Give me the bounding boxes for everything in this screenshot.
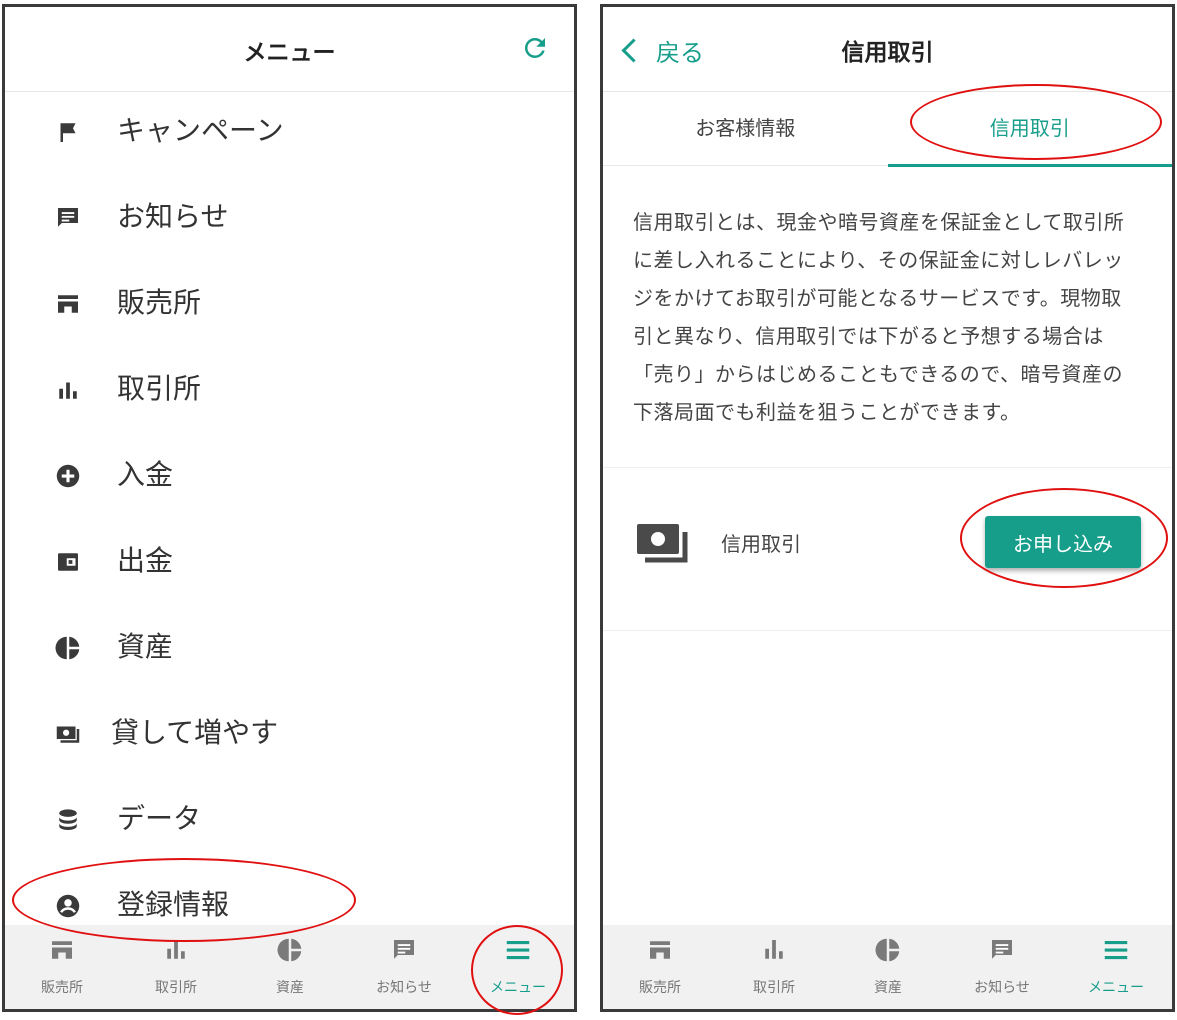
menu-item-news[interactable]: お知らせ xyxy=(5,175,574,261)
money-icon xyxy=(56,726,80,743)
annotation-circle-menu-tab xyxy=(471,925,563,1015)
menu-item-label: お知らせ xyxy=(117,200,229,233)
tab-label: 取引所 xyxy=(155,980,197,996)
active-tab-indicator xyxy=(887,164,1172,167)
bar-chart-icon xyxy=(765,940,783,959)
store-icon xyxy=(52,941,72,959)
refresh-icon[interactable] xyxy=(520,33,550,63)
menu-item-assets[interactable]: 資産 xyxy=(5,605,574,691)
tab-label: お知らせ xyxy=(974,980,1030,996)
store-icon xyxy=(650,941,670,959)
menu-item-data[interactable]: データ xyxy=(5,777,574,863)
menu-item-label: 資産 xyxy=(117,630,174,663)
tab-news[interactable]: お知らせ xyxy=(945,925,1059,1009)
menu-item-label: 貸して増やす xyxy=(111,716,279,749)
menu-item-campaign[interactable]: キャンペーン xyxy=(5,89,574,175)
annotation-circle-registration xyxy=(12,858,356,942)
menu-screen: メニュー キャンペーン お知らせ 販売所 取引所 入金 出金 資産 貸して増やす… xyxy=(2,4,577,1012)
menu-item-label: 出金 xyxy=(117,544,174,577)
margin-header: 戻る 信用取引 xyxy=(603,7,1172,92)
pie-chart-icon xyxy=(55,636,80,660)
annotation-circle-margin-tab xyxy=(910,84,1162,160)
pie-chart-icon xyxy=(277,938,302,962)
tab-menu[interactable]: メニュー xyxy=(1059,925,1172,1009)
menu-item-exchange[interactable]: 取引所 xyxy=(5,347,574,433)
message-icon xyxy=(58,208,78,227)
tab-label: 資産 xyxy=(276,980,304,996)
plus-circle-icon xyxy=(56,464,80,488)
money-icon xyxy=(637,524,688,563)
bar-chart-icon xyxy=(59,382,77,399)
tab-store[interactable]: 販売所 xyxy=(603,925,717,1009)
menu-header: メニュー xyxy=(5,7,574,92)
tab-store[interactable]: 販売所 xyxy=(5,925,119,1009)
menu-icon xyxy=(1104,940,1128,960)
menu-item-label: キャンペーン xyxy=(117,114,284,147)
tab-label: 取引所 xyxy=(753,980,795,996)
tab-label: 販売所 xyxy=(639,980,681,996)
tab-news[interactable]: お知らせ xyxy=(347,925,461,1009)
page-title: 信用取引 xyxy=(841,40,934,66)
menu-item-label: データ xyxy=(117,802,202,835)
menu-item-deposit[interactable]: 入金 xyxy=(5,433,574,519)
page-title: メニュー xyxy=(243,40,336,66)
store-icon xyxy=(58,295,78,313)
tab-label: メニュー xyxy=(1088,980,1144,996)
tab-exchange[interactable]: 取引所 xyxy=(717,925,831,1009)
menu-item-label: 入金 xyxy=(117,458,174,491)
tab-label: お知らせ xyxy=(376,980,432,996)
menu-item-withdraw[interactable]: 出金 xyxy=(5,519,574,605)
tab-customer-info[interactable]: お客様情報 xyxy=(603,91,888,165)
annotation-circle-apply-button xyxy=(960,488,1168,588)
tab-assets[interactable]: 資産 xyxy=(831,925,945,1009)
tab-label: 販売所 xyxy=(41,980,83,996)
menu-item-store[interactable]: 販売所 xyxy=(5,261,574,347)
bottom-tab-bar: 販売所 取引所 資産 お知らせ メニュー xyxy=(603,925,1172,1009)
message-icon xyxy=(394,940,414,959)
menu-item-label: 取引所 xyxy=(117,372,202,405)
message-icon xyxy=(992,940,1012,959)
service-label: 信用取引 xyxy=(721,532,801,556)
menu-item-label: 販売所 xyxy=(117,286,202,319)
database-icon xyxy=(59,809,77,830)
tab-label: 資産 xyxy=(874,980,902,996)
wallet-icon xyxy=(58,553,78,571)
pie-chart-icon xyxy=(875,938,900,962)
flag-icon xyxy=(60,123,76,142)
menu-item-lending[interactable]: 貸して増やす xyxy=(5,691,574,777)
description-text: 信用取引とは、現金や暗号資産を保証金として取引所に差し入れることにより、その保証… xyxy=(633,210,1125,424)
